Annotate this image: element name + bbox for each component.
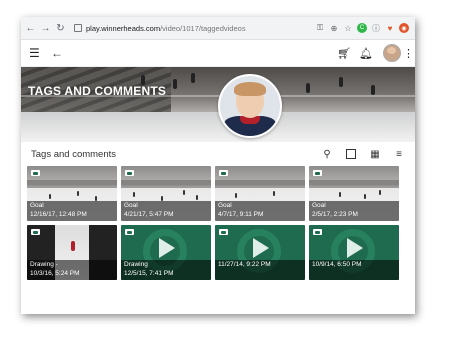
add-icon[interactable]: ⊕ — [329, 23, 339, 33]
tile-date: 11/27/14, 9:22 PM — [218, 261, 271, 268]
lock-icon — [74, 24, 82, 32]
url-path: /video/1017/taggedvideos — [160, 23, 246, 33]
cart-icon[interactable]: 🛒︎ — [336, 47, 352, 60]
tile-title: Drawing - — [30, 261, 58, 268]
tile-date: 10/3/16, 5:24 PM — [30, 269, 80, 277]
play-icon — [159, 238, 175, 258]
back-arrow-icon[interactable]: ← — [51, 46, 65, 60]
section-title: Tags and comments — [31, 148, 117, 160]
info-icon[interactable]: ⓘ — [371, 23, 381, 33]
comment-badge-icon — [313, 229, 322, 235]
player-avatar — [218, 74, 282, 138]
tile-date: 2/5/17, 2:23 PM — [312, 210, 358, 218]
reload-icon[interactable]: ↻ — [55, 23, 66, 34]
tile-title: Drawing — [124, 261, 148, 268]
tile-title: Goal — [30, 202, 44, 209]
app-toolbar: ☰ ← 🛒︎ 🔔︎ ⋮ — [21, 40, 415, 67]
tag-tile[interactable]: Goal 12/16/17, 12:48 PM — [27, 166, 117, 221]
list-view-icon[interactable]: ≡ — [391, 149, 407, 160]
tile-title: Goal — [312, 202, 326, 209]
browser-toolbar: ← → ↻ play.winnerheads.com /video/1017/t… — [21, 17, 415, 40]
address-bar[interactable]: play.winnerheads.com /video/1017/taggedv… — [74, 24, 313, 33]
tag-tile[interactable]: Goal 4/21/17, 5:47 PM — [121, 166, 211, 221]
url-host: play.winnerheads.com — [86, 23, 161, 33]
tile-date: 12/5/15, 7:41 PM — [124, 269, 174, 277]
tag-badge-icon — [313, 170, 322, 176]
tag-tile[interactable]: 10/9/14, 6:50 PM — [309, 225, 399, 280]
extension-icon[interactable]: ◉ — [399, 23, 409, 33]
tag-tile[interactable]: 11/27/14, 9:22 PM — [215, 225, 305, 280]
tile-date: 12/16/17, 12:48 PM — [30, 210, 87, 218]
section-header: Tags and comments ⚲ ▦ ≡ — [21, 142, 415, 166]
hero-banner: TAGS AND COMMENTS — [21, 67, 415, 142]
play-icon — [253, 238, 269, 258]
tag-grid: Goal 12/16/17, 12:48 PM Goal 4/21/17, 5:… — [21, 166, 415, 280]
forward-icon[interactable]: → — [40, 23, 51, 34]
tile-title: Goal — [124, 202, 138, 209]
comment-badge-icon — [125, 229, 134, 235]
app-window: ← → ↻ play.winnerheads.com /video/1017/t… — [21, 17, 415, 314]
square-view-icon[interactable] — [346, 149, 356, 159]
menu-icon[interactable]: ☰ — [29, 46, 43, 60]
star-icon[interactable]: ☆ — [343, 23, 353, 33]
comment-badge-icon — [31, 229, 40, 235]
tag-tile[interactable]: Drawing - 10/3/16, 5:24 PM — [27, 225, 117, 280]
tile-date: 10/9/14, 6:50 PM — [312, 261, 362, 268]
back-icon[interactable]: ← — [25, 23, 36, 34]
hero-title: TAGS AND COMMENTS — [28, 84, 167, 98]
key-icon[interactable]: ⚿ — [315, 23, 325, 33]
grid-view-icon[interactable]: ▦ — [367, 149, 383, 160]
extension-icon[interactable]: ♥ — [385, 23, 395, 33]
bell-icon[interactable]: 🔔︎ — [358, 47, 374, 60]
tag-badge-icon — [125, 170, 134, 176]
search-icon[interactable]: ⚲ — [319, 149, 335, 160]
tile-title: Goal — [218, 202, 232, 209]
tag-tile[interactable]: Goal 4/7/17, 9:11 PM — [215, 166, 305, 221]
tag-tile[interactable]: Goal 2/5/17, 2:23 PM — [309, 166, 399, 221]
more-vert-icon[interactable]: ⋮ — [403, 47, 414, 60]
tag-badge-icon — [219, 170, 228, 176]
extension-icon[interactable]: C — [357, 23, 367, 33]
avatar[interactable] — [383, 44, 401, 62]
tag-tile[interactable]: Drawing 12/5/15, 7:41 PM — [121, 225, 211, 280]
tile-date: 4/21/17, 5:47 PM — [124, 210, 174, 218]
comment-badge-icon — [219, 229, 228, 235]
tile-date: 4/7/17, 9:11 PM — [218, 210, 264, 218]
tag-badge-icon — [31, 170, 40, 176]
play-icon — [347, 238, 363, 258]
